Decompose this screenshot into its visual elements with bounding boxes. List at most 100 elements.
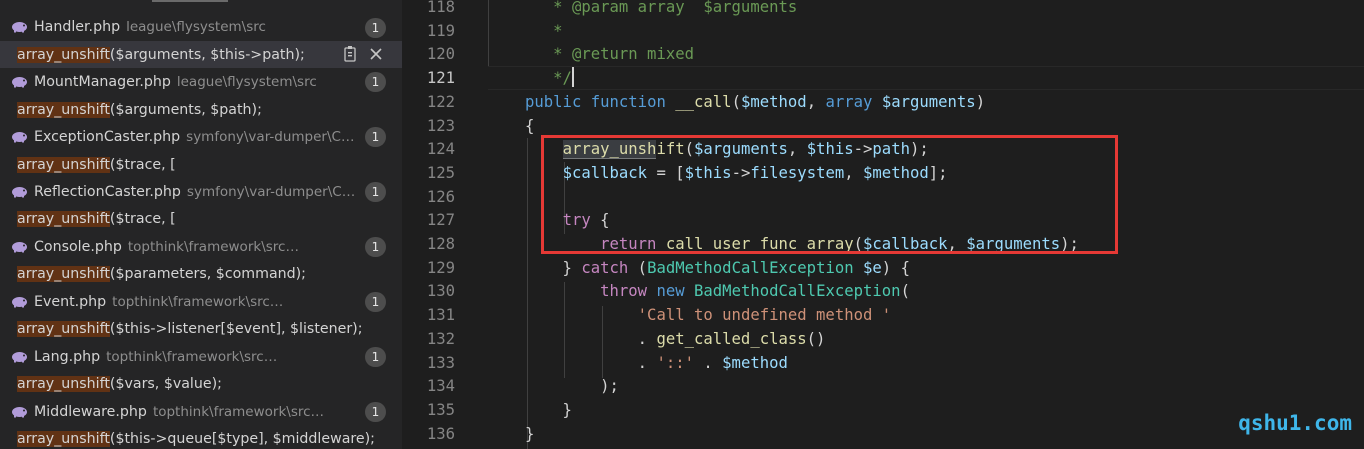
code-line[interactable]: 130 throw new BadMethodCallException(: [402, 279, 1364, 303]
code-token: * @return mixed: [553, 45, 694, 64]
match-count-badge: 1: [365, 346, 386, 367]
result-match-row[interactable]: array_unshift($this->listener[$event], $…: [0, 315, 402, 343]
match-count-badge: 1: [365, 17, 386, 38]
code-token: );: [525, 377, 619, 396]
code-token: ->: [731, 163, 751, 182]
code-text: *: [525, 19, 562, 43]
code-line[interactable]: 125 $callback = [$this->filesystem, $met…: [402, 161, 1364, 185]
code-line[interactable]: 131 'Call to undefined method ': [402, 303, 1364, 327]
match-text: array_unshift($this->queue[$type], $midd…: [17, 431, 375, 447]
result-match-row[interactable]: array_unshift($trace, [: [0, 206, 402, 234]
code-line[interactable]: 134 );: [402, 374, 1364, 398]
result-file-row[interactable]: Event.php topthink\framework\src\think 1: [0, 288, 402, 316]
code-token: call_user_func_array: [665, 235, 854, 253]
result-file-path: topthink\framework\src\think: [152, 403, 325, 420]
php-file-icon: [11, 186, 28, 198]
result-file-path: topthink\framework\src\think: [112, 293, 284, 310]
code-token: ): [975, 92, 986, 111]
match-context: ($parameters, $command);: [109, 266, 306, 283]
result-file-row[interactable]: Console.php topthink\framework\src\think 1: [0, 233, 402, 261]
code-token: ) {: [881, 258, 910, 277]
result-match-row[interactable]: array_unshift($arguments, $this->path);: [0, 40, 402, 69]
line-number: 119: [426, 21, 455, 40]
code-token: $method: [740, 92, 807, 111]
code-token: new: [656, 282, 685, 301]
result-match-row[interactable]: array_unshift($arguments, $path);: [0, 96, 402, 124]
code-line[interactable]: 132 . get_called_class(): [402, 327, 1364, 351]
code-line[interactable]: 133 . '::' . $method: [402, 351, 1364, 375]
match-context: ($arguments, $path);: [109, 101, 262, 118]
code-text: }: [525, 422, 534, 446]
code-token: $method: [863, 163, 929, 182]
result-file-name: MountManager.php: [34, 74, 171, 91]
php-file-icon: [11, 131, 28, 143]
match-count-badge: 1: [365, 127, 386, 148]
code-line[interactable]: 119 *: [402, 19, 1364, 43]
result-file-name: Handler.php: [34, 19, 121, 36]
code-line[interactable]: 129 } catch (BadMethodCallException $e) …: [402, 256, 1364, 280]
code-line[interactable]: 136}: [402, 422, 1364, 446]
line-number: 136: [426, 424, 455, 443]
result-file-row[interactable]: Middleware.php topthink\framework\src\thi…: [0, 398, 402, 426]
php-file-icon: [11, 76, 28, 88]
code-token: .: [525, 329, 657, 348]
watermark: qshu1.com: [1238, 411, 1352, 435]
code-token: {: [525, 116, 535, 135]
result-file-row[interactable]: Lang.php topthink\framework\src\think 1: [0, 343, 402, 371]
result-file-row[interactable]: ExceptionCaster.php symfony\var-dumper\Ca…: [0, 123, 402, 151]
code-token: 'Call to undefined method ': [637, 306, 892, 325]
result-match-row[interactable]: array_unshift($trace, [: [0, 151, 402, 179]
code-line[interactable]: 128 return call_user_func_array($callbac…: [402, 232, 1364, 256]
line-number: 130: [426, 282, 455, 301]
result-file-name: ReflectionCaster.php: [34, 183, 181, 200]
code-token: $arguments: [694, 140, 788, 159]
result-match-row[interactable]: array_unshift($vars, $value);: [0, 370, 402, 398]
code-line[interactable]: 120 * @return mixed: [402, 42, 1364, 66]
code-line[interactable]: 135 }: [402, 398, 1364, 422]
code-token: array: [825, 92, 873, 111]
code-editor[interactable]: 118 * @param array $arguments 119 * 120 * …: [402, 0, 1364, 449]
code-token: ];: [928, 163, 948, 182]
line-number: 126: [426, 187, 455, 206]
match-highlight: array_unshift: [17, 376, 110, 393]
code-line[interactable]: 127 try {: [402, 208, 1364, 232]
result-match-row[interactable]: array_unshift($this->queue[$type], $midd…: [0, 425, 402, 449]
replace-icon[interactable]: [342, 44, 358, 64]
php-file-icon: [11, 406, 28, 418]
result-file-name: ExceptionCaster.php: [34, 129, 181, 146]
code-line[interactable]: 126: [402, 185, 1364, 209]
close-icon[interactable]: [368, 44, 384, 64]
php-file-icon: [11, 351, 28, 363]
result-match-row[interactable]: array_unshift($parameters, $command);: [0, 261, 402, 289]
code-token: $this: [806, 140, 854, 159]
code-line[interactable]: 118 * @param array $arguments: [402, 0, 1364, 19]
match-highlight: array_unshift: [17, 321, 110, 338]
result-file-row[interactable]: Handler.php league\flysystem\src 1: [0, 14, 402, 42]
code-token: $callback: [863, 235, 948, 253]
line-number: 123: [426, 116, 455, 135]
match-count-badge: 1: [365, 401, 386, 422]
match-highlight: array_unshift: [17, 431, 110, 447]
match-text: array_unshift($parameters, $command);: [17, 266, 306, 283]
code-line[interactable]: 124 array_unshift($arguments, $this->pat…: [402, 137, 1364, 161]
code-line[interactable]: 122 public function __call($method, array…: [402, 90, 1364, 114]
code-line[interactable]: 121 */: [402, 66, 1364, 90]
line-number: 132: [426, 329, 455, 348]
result-file-row[interactable]: ReflectionCaster.php symfony\var-dumper\C…: [0, 178, 402, 206]
code-line[interactable]: 123 {: [402, 114, 1364, 138]
match-count-badge: 1: [365, 237, 386, 258]
code-text: * @param array $arguments: [525, 0, 797, 19]
code-token: ->: [853, 140, 873, 159]
code-token: ,: [844, 163, 864, 182]
line-number: 133: [426, 353, 455, 372]
result-file-row[interactable]: MountManager.php league\flysystem\src 1: [0, 68, 402, 96]
line-number: 128: [426, 235, 455, 253]
